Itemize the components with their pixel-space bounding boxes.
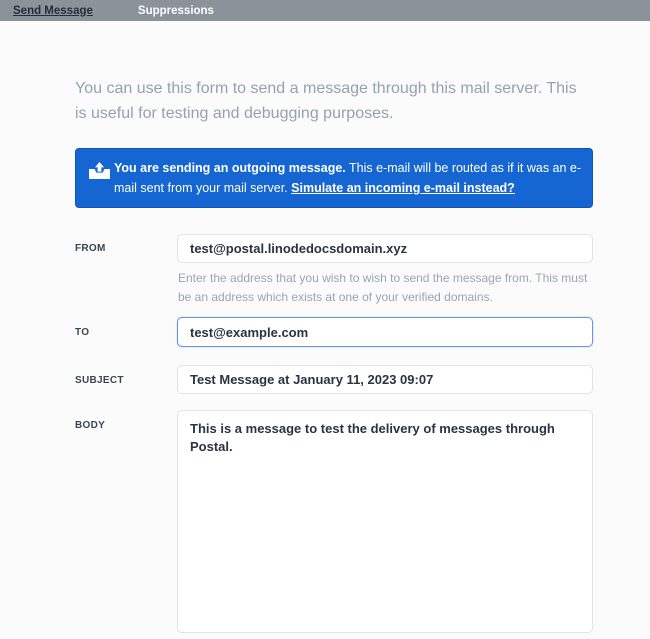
simulate-incoming-email-link[interactable]: Simulate an incoming e-mail instead?	[291, 181, 515, 195]
to-input[interactable]	[177, 317, 593, 347]
notice-bold-text: You are sending an outgoing message.	[114, 161, 346, 175]
body-textarea[interactable]: This is a message to test the delivery o…	[177, 410, 593, 633]
notice-text: You are sending an outgoing message. Thi…	[114, 158, 582, 198]
from-input[interactable]	[177, 234, 593, 263]
to-label: TO	[75, 327, 89, 338]
from-label: FROM	[75, 243, 106, 254]
top-nav: Send Message Suppressions	[0, 0, 650, 21]
from-help-text: Enter the address that you wish to wish …	[178, 269, 590, 307]
subject-input[interactable]	[177, 365, 593, 394]
tab-suppressions[interactable]: Suppressions	[138, 5, 214, 17]
outgoing-message-notice: You are sending an outgoing message. Thi…	[75, 148, 593, 208]
outgoing-mail-icon	[89, 162, 110, 179]
intro-text: You can use this form to send a message …	[75, 76, 583, 126]
body-label: BODY	[75, 420, 105, 431]
tab-send-message[interactable]: Send Message	[13, 5, 93, 17]
subject-label: SUBJECT	[75, 375, 124, 386]
